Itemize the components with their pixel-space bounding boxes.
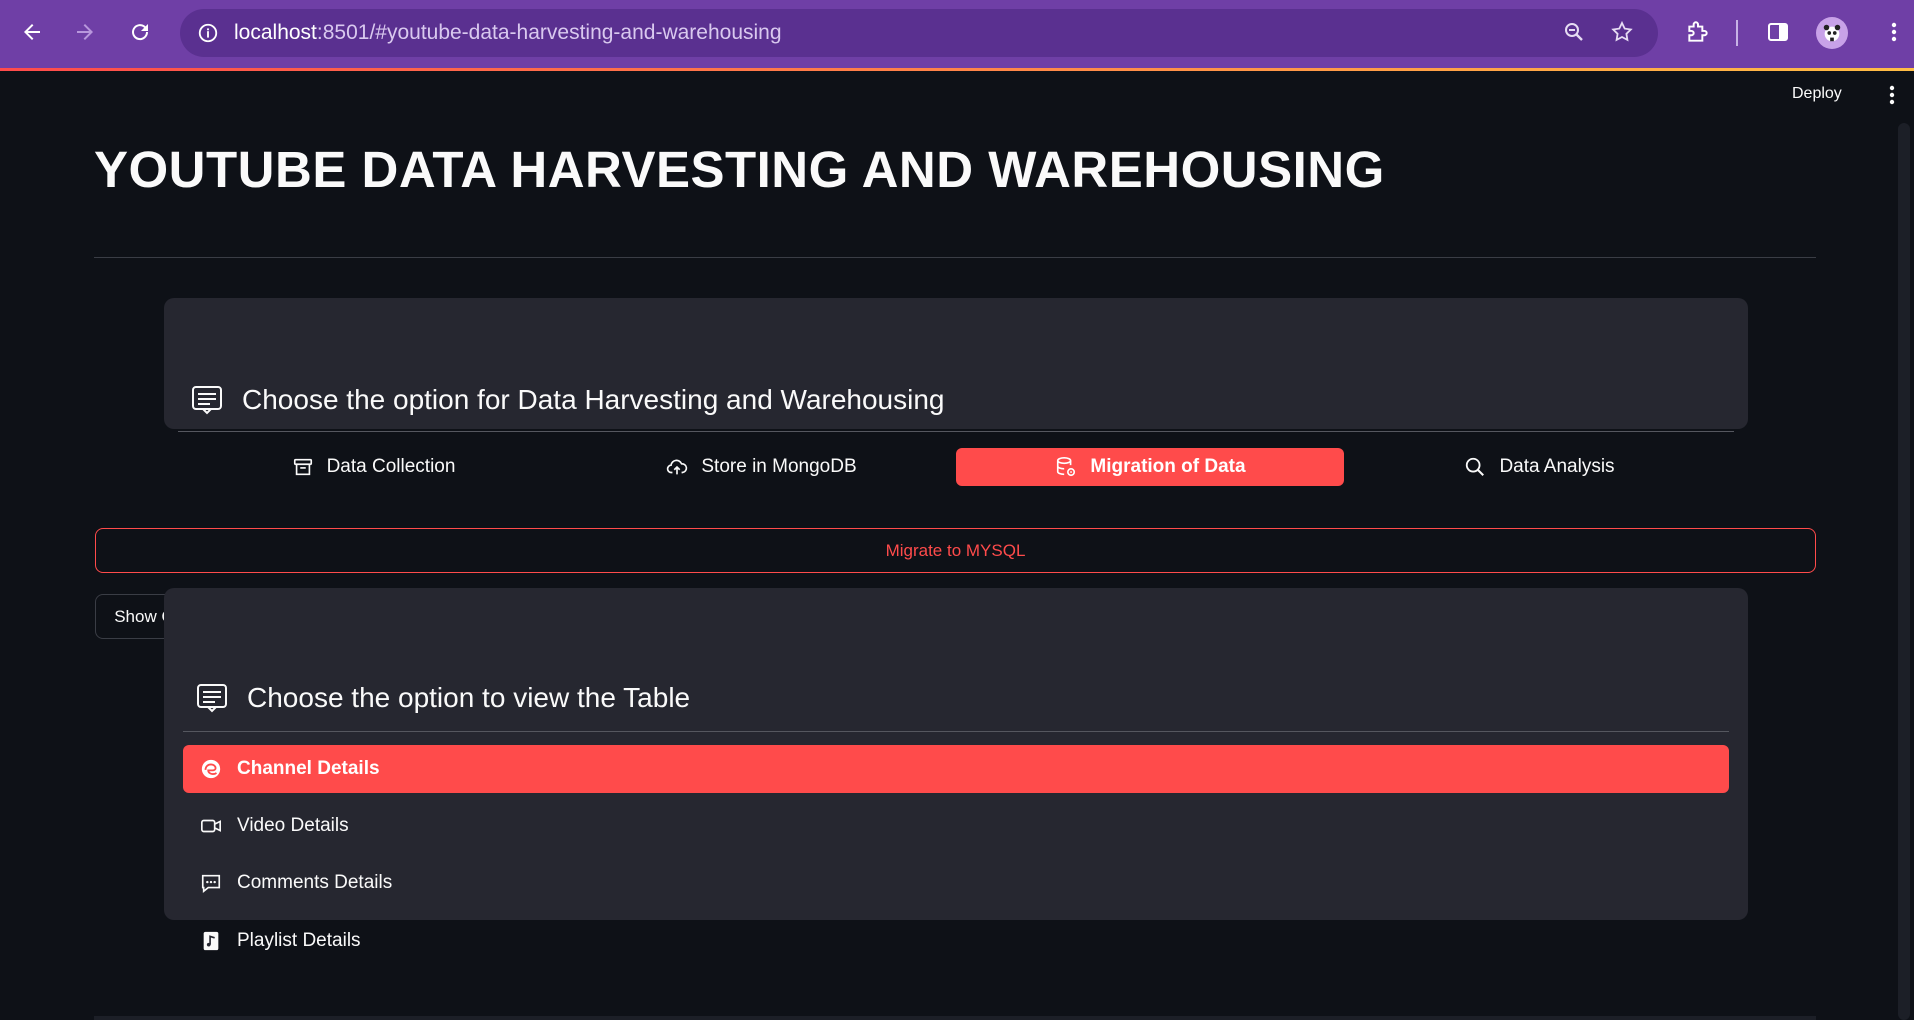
menu-item-data-collection[interactable]: Data Collection — [180, 448, 566, 486]
option-menu-divider — [178, 431, 1734, 432]
camera-video-icon — [199, 814, 223, 838]
menu-item-label: Data Collection — [326, 456, 456, 477]
menu-item-playlist-details[interactable]: Playlist Details — [183, 917, 1729, 965]
zoom-icon[interactable] — [1556, 14, 1592, 50]
app-menu-icon[interactable] — [1878, 81, 1906, 109]
cloud-upload-icon — [665, 455, 689, 479]
menu-item-store-mongodb[interactable]: Store in MongoDB — [568, 448, 954, 486]
browser-toolbar: localhost:8501/#youtube-data-harvesting-… — [0, 0, 1914, 68]
table-menu-divider — [183, 731, 1729, 732]
url-path: :8501/#youtube-data-harvesting-and-wareh… — [316, 21, 782, 44]
menu-item-label: Channel Details — [237, 758, 380, 779]
reload-button[interactable] — [122, 14, 158, 50]
page-title: YOUTUBE DATA HARVESTING AND WAREHOUSING — [94, 141, 1385, 198]
card-text-icon — [190, 383, 224, 417]
forward-button[interactable] — [67, 14, 103, 50]
menu-item-video-details[interactable]: Video Details — [183, 802, 1729, 850]
menu-item-label: Video Details — [237, 815, 349, 836]
menu-item-data-analysis[interactable]: Data Analysis — [1346, 448, 1732, 486]
arrow-right-icon — [77, 24, 93, 40]
deploy-button[interactable]: Deploy — [1792, 85, 1842, 103]
chat-dots-icon — [199, 871, 223, 895]
option-menu-header: Choose the option for Data Harvesting an… — [190, 383, 945, 417]
url-host: localhost — [234, 21, 317, 44]
menu-item-channel-details[interactable]: Channel Details — [183, 745, 1729, 793]
browser-menu-icon[interactable] — [1876, 14, 1912, 50]
bottom-divider — [94, 1016, 1816, 1020]
database-gear-icon — [1054, 455, 1078, 479]
address-bar[interactable]: localhost:8501/#youtube-data-harvesting-… — [180, 9, 1658, 57]
table-menu-header: Choose the option to view the Table — [195, 681, 690, 715]
toolbar-separator — [1736, 20, 1738, 46]
panda-icon — [1823, 24, 1841, 42]
profile-avatar[interactable] — [1816, 17, 1848, 49]
side-panel-icon[interactable] — [1760, 14, 1796, 50]
menu-item-label: Migration of Data — [1090, 456, 1246, 477]
migrate-to-mysql-button[interactable]: Migrate to MYSQL — [95, 528, 1816, 573]
menu-item-label: Playlist Details — [237, 930, 361, 951]
reload-icon — [132, 24, 149, 41]
music-file-icon — [199, 929, 223, 953]
title-divider — [94, 257, 1816, 258]
table-menu-heading: Choose the option to view the Table — [247, 682, 691, 713]
menu-item-label: Comments Details — [237, 872, 393, 893]
search-icon — [1463, 455, 1487, 479]
back-button[interactable] — [14, 14, 50, 50]
menu-item-label: Data Analysis — [1499, 456, 1615, 477]
scrollbar[interactable] — [1898, 123, 1910, 1020]
menu-item-label: Store in MongoDB — [701, 456, 857, 477]
bookmark-star-icon[interactable] — [1604, 14, 1640, 50]
url-text: localhost:8501/#youtube-data-harvesting-… — [234, 9, 782, 57]
menu-item-migration-of-data[interactable]: Migration of Data — [956, 448, 1344, 486]
extensions-icon[interactable] — [1680, 14, 1716, 50]
option-menu-heading: Choose the option for Data Harvesting an… — [242, 384, 945, 415]
archive-icon — [291, 455, 315, 479]
card-text-icon — [195, 681, 229, 715]
edge-icon — [199, 757, 223, 781]
menu-item-comments-details[interactable]: Comments Details — [183, 859, 1729, 907]
arrow-left-icon — [24, 24, 40, 40]
site-info-icon[interactable] — [194, 19, 222, 47]
